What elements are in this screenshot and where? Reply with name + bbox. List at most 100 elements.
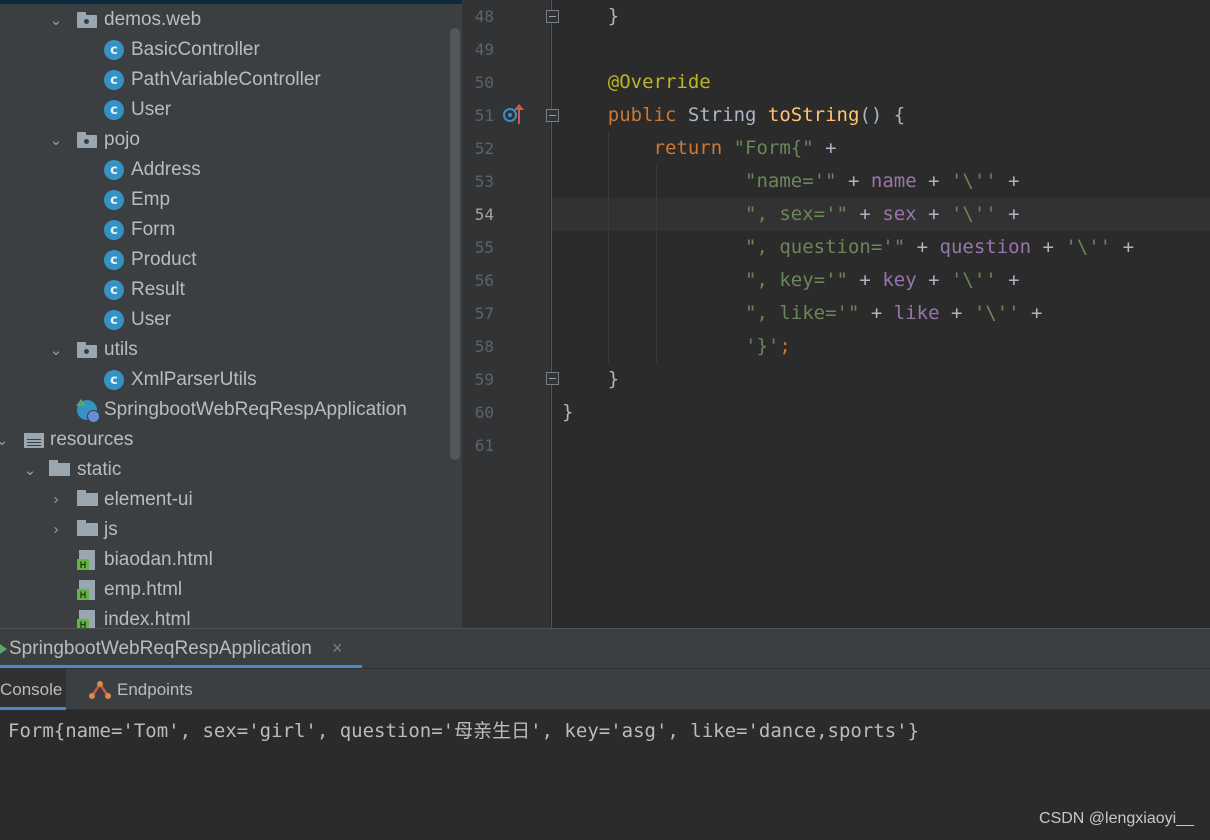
line-number: 48 bbox=[474, 7, 494, 26]
tree-item-pathvariablecontroller[interactable]: PathVariableController bbox=[0, 65, 450, 95]
tree-item-label: Emp bbox=[131, 189, 171, 210]
tree-item-form[interactable]: Form bbox=[0, 215, 450, 245]
class-icon bbox=[104, 40, 124, 60]
code-line-58: '}'; bbox=[745, 335, 791, 357]
tree-item-label: biaodan.html bbox=[104, 549, 213, 570]
run-tab-bar: SpringbootWebReqRespApplication × bbox=[0, 628, 1210, 668]
tree-item-label: pojo bbox=[104, 129, 140, 150]
code-line-53: "name='" + name + '\'' + bbox=[745, 170, 1020, 192]
code-line-52: return "Form{" + bbox=[653, 137, 837, 159]
chevron-down-icon[interactable]: ⌄ bbox=[48, 342, 64, 359]
run-configuration-tab[interactable]: SpringbootWebReqRespApplication × bbox=[0, 629, 362, 668]
tree-item-label: Product bbox=[131, 249, 197, 270]
tree-item-emp-html[interactable]: H emp.html bbox=[0, 575, 450, 605]
tree-item-product[interactable]: Product bbox=[0, 245, 450, 275]
fold-marker-icon[interactable] bbox=[546, 372, 559, 385]
tree-item-static[interactable]: ⌄ static bbox=[0, 455, 450, 485]
tree-item-utils[interactable]: ⌄ utils bbox=[0, 335, 450, 365]
tree-item-address[interactable]: Address bbox=[0, 155, 450, 185]
tree-item-xmlparserutils[interactable]: XmlParserUtils bbox=[0, 365, 450, 395]
run-tab-label: SpringbootWebReqRespApplication bbox=[9, 638, 312, 659]
chevron-down-icon[interactable]: ⌄ bbox=[48, 12, 64, 29]
code-editor[interactable]: 48 49 50 51 52 53 54 55 56 57 58 59 60 6… bbox=[462, 0, 1210, 628]
run-icon bbox=[0, 642, 7, 656]
fold-marker-icon[interactable] bbox=[546, 10, 559, 23]
active-tab-indicator bbox=[0, 707, 66, 710]
chevron-right-icon[interactable]: › bbox=[48, 521, 64, 538]
tree-top-selected-row[interactable] bbox=[0, 0, 462, 4]
tree-item-label: static bbox=[77, 459, 122, 480]
folder-icon bbox=[77, 490, 98, 510]
tree-item-label: Form bbox=[131, 219, 176, 240]
tree-item-resources[interactable]: ⌄ resources bbox=[0, 425, 450, 455]
class-icon bbox=[104, 220, 124, 240]
line-number: 60 bbox=[474, 403, 494, 422]
chevron-right-icon[interactable]: › bbox=[48, 491, 64, 508]
tree-item-label: js bbox=[104, 519, 118, 540]
project-tree: ⌄ demos.web BasicController PathVariable… bbox=[0, 0, 462, 628]
tree-item-js[interactable]: › js bbox=[0, 515, 450, 545]
line-number: 59 bbox=[474, 370, 494, 389]
class-icon bbox=[104, 160, 124, 180]
tree-item-label: resources bbox=[50, 429, 134, 450]
class-icon bbox=[104, 250, 124, 270]
html-file-icon: H bbox=[77, 610, 97, 628]
tab-endpoints[interactable]: Endpoints bbox=[86, 669, 206, 710]
gutter-divider bbox=[551, 0, 552, 628]
spring-application-icon bbox=[76, 399, 100, 423]
close-icon[interactable]: × bbox=[332, 638, 343, 659]
chevron-down-icon[interactable]: ⌄ bbox=[0, 432, 10, 449]
tree-item-label: utils bbox=[104, 339, 138, 360]
tab-console[interactable]: Console bbox=[0, 669, 66, 710]
resources-folder-icon bbox=[22, 430, 44, 450]
class-icon bbox=[104, 280, 124, 300]
code-line-48: } bbox=[562, 5, 620, 27]
code-line-56: ", key='" + key + '\'' + bbox=[745, 269, 1020, 291]
tree-item-user[interactable]: User bbox=[0, 95, 450, 125]
package-icon bbox=[77, 12, 97, 28]
tree-item-user-pojo[interactable]: User bbox=[0, 305, 450, 335]
code-line-55: ", question='" + question + '\'' + bbox=[745, 236, 1135, 258]
tree-item-label: emp.html bbox=[104, 579, 183, 600]
package-icon bbox=[77, 132, 97, 148]
line-number: 53 bbox=[474, 172, 494, 191]
endpoints-icon bbox=[89, 681, 111, 699]
override-method-icon[interactable] bbox=[503, 108, 517, 122]
tree-item-label: PathVariableController bbox=[131, 69, 321, 90]
tree-item-result[interactable]: Result bbox=[0, 275, 450, 305]
override-up-arrow-icon bbox=[514, 104, 524, 124]
tree-item-index-html[interactable]: H index.html bbox=[0, 605, 450, 628]
tab-console-label: Console bbox=[0, 680, 63, 699]
tree-item-label: Result bbox=[131, 279, 185, 300]
tree-item-label: User bbox=[131, 309, 172, 330]
line-number: 55 bbox=[474, 238, 494, 257]
code-line-50: @Override bbox=[607, 71, 711, 93]
code-line-60: } bbox=[562, 401, 574, 423]
chevron-down-icon[interactable]: ⌄ bbox=[22, 462, 38, 479]
html-file-icon: H bbox=[77, 580, 97, 600]
tree-item-demos-web[interactable]: ⌄ demos.web bbox=[0, 5, 450, 35]
watermark: CSDN @lengxiaoyi__ bbox=[1039, 810, 1194, 827]
tree-item-springboot-application[interactable]: SpringbootWebReqRespApplication bbox=[0, 395, 450, 425]
line-number: 61 bbox=[474, 436, 494, 455]
class-icon bbox=[104, 190, 124, 210]
class-icon bbox=[104, 70, 124, 90]
tree-item-element-ui[interactable]: › element-ui bbox=[0, 485, 450, 515]
line-number: 50 bbox=[474, 73, 494, 92]
tree-item-emp[interactable]: Emp bbox=[0, 185, 450, 215]
tree-item-basiccontroller[interactable]: BasicController bbox=[0, 35, 450, 65]
tree-item-biaodan-html[interactable]: H biaodan.html bbox=[0, 545, 450, 575]
class-icon bbox=[104, 370, 124, 390]
line-number: 56 bbox=[474, 271, 494, 290]
tree-item-label: XmlParserUtils bbox=[131, 369, 257, 390]
chevron-down-icon[interactable]: ⌄ bbox=[48, 132, 64, 149]
line-number: 49 bbox=[474, 40, 494, 59]
html-file-icon: H bbox=[77, 550, 97, 570]
line-number-current: 54 bbox=[474, 205, 494, 224]
tree-scrollbar[interactable] bbox=[450, 28, 460, 460]
class-icon bbox=[104, 100, 124, 120]
tree-item-label: SpringbootWebReqRespApplication bbox=[104, 399, 407, 420]
class-icon bbox=[104, 310, 124, 330]
fold-marker-icon[interactable] bbox=[546, 109, 559, 122]
tree-item-pojo[interactable]: ⌄ pojo bbox=[0, 125, 450, 155]
